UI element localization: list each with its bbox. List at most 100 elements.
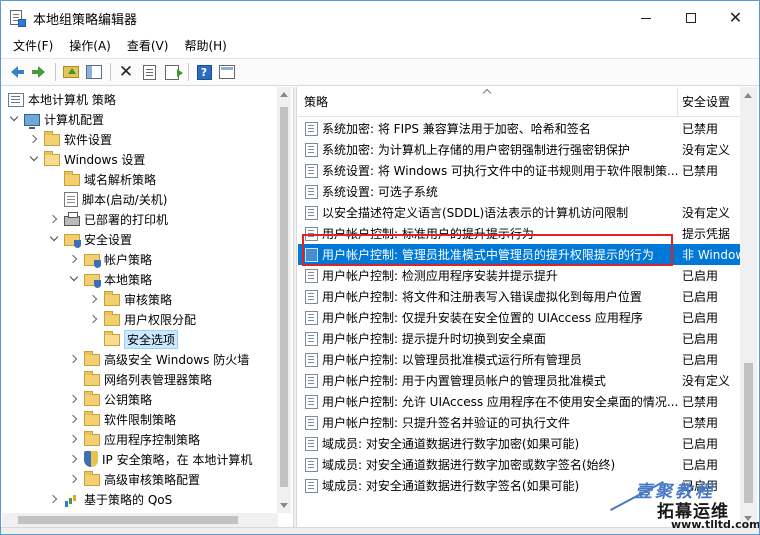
tree-horizontal-scrollbar[interactable] bbox=[2, 513, 278, 527]
expand-chevron-icon[interactable] bbox=[68, 249, 80, 269]
list-row[interactable]: 用户帐户控制: 检测应用程序安装并提示提升 已启用 bbox=[298, 265, 740, 286]
scroll-thumb[interactable] bbox=[280, 107, 288, 487]
scroll-up-icon[interactable] bbox=[744, 93, 752, 98]
menu-help[interactable]: 帮助(H) bbox=[176, 36, 234, 56]
scroll-thumb[interactable] bbox=[744, 363, 753, 503]
policy-setting: 已禁用 bbox=[682, 164, 719, 178]
expand-chevron-icon[interactable] bbox=[68, 429, 80, 449]
scroll-down-icon[interactable] bbox=[280, 503, 288, 508]
minimize-icon bbox=[640, 17, 651, 19]
policy-item-icon bbox=[305, 373, 318, 388]
column-header-policy[interactable]: 策略 bbox=[298, 87, 678, 117]
pane-splitter[interactable] bbox=[293, 87, 297, 527]
scroll-down-icon[interactable] bbox=[744, 516, 752, 521]
folder-icon bbox=[84, 391, 100, 406]
back-button[interactable] bbox=[5, 61, 27, 83]
tree-item-deployed-printers[interactable]: 已部署的打印机 bbox=[48, 209, 168, 229]
tree-item-user-rights-assignment[interactable]: 用户权限分配 bbox=[88, 309, 196, 329]
list-row[interactable]: 域成员: 对安全通道数据进行数字加密或数字签名(始终) 已启用 bbox=[298, 454, 740, 475]
collapse-chevron-icon[interactable] bbox=[68, 269, 80, 289]
show-hide-tree-button[interactable] bbox=[83, 61, 105, 83]
tree-item-account-policies[interactable]: 帐户策略 bbox=[68, 249, 152, 269]
list-row[interactable]: 域成员: 对安全通道数据进行数字签名(如果可能) 已启用 bbox=[298, 475, 740, 496]
list-row[interactable]: 用户帐户控制: 以管理员批准模式运行所有管理员 已启用 bbox=[298, 349, 740, 370]
tree-item-advanced-audit[interactable]: 高级审核策略配置 bbox=[68, 469, 200, 489]
list-row[interactable]: 用户帐户控制: 提示提升时切换到安全桌面 已启用 bbox=[298, 328, 740, 349]
list-row-selected[interactable]: 用户帐户控制: 管理员批准模式中管理员的提升权限提示的行为 非 Windows bbox=[298, 244, 740, 265]
list-row[interactable]: 系统设置: 将 Windows 可执行文件中的证书规则用于软件限制策... 已禁… bbox=[298, 160, 740, 181]
menu-action[interactable]: 操作(A) bbox=[61, 36, 119, 56]
list-row[interactable]: 用户帐户控制: 允许 UIAccess 应用程序在不使用安全桌面的情况... 已… bbox=[298, 391, 740, 412]
tree-item-label: 安全选项 bbox=[124, 329, 179, 349]
expand-chevron-icon[interactable] bbox=[48, 489, 60, 509]
tree-item-scripts[interactable]: 脚本(启动/关机) bbox=[48, 189, 167, 209]
expand-chevron-icon[interactable] bbox=[68, 469, 80, 489]
policy-name: 系统设置: 将 Windows 可执行文件中的证书规则用于软件限制策... bbox=[322, 164, 679, 178]
up-one-level-button[interactable] bbox=[60, 61, 82, 83]
expand-chevron-icon[interactable] bbox=[68, 409, 80, 429]
expand-chevron-icon[interactable] bbox=[28, 129, 40, 149]
collapse-chevron-icon[interactable] bbox=[48, 229, 60, 249]
tree-item-software-restriction[interactable]: 软件限制策略 bbox=[68, 409, 176, 429]
list-row[interactable]: 用户帐户控制: 标准用户的提升提示行为 提示凭据 bbox=[298, 223, 740, 244]
tree-item-windows-firewall[interactable]: 高级安全 Windows 防火墙 bbox=[68, 349, 249, 369]
tree-item-security-settings[interactable]: 安全设置 bbox=[48, 229, 132, 249]
collapse-chevron-icon[interactable] bbox=[8, 109, 20, 129]
close-button[interactable]: ✕ bbox=[713, 1, 758, 35]
export-list-button[interactable] bbox=[161, 61, 183, 83]
list-row[interactable]: 域成员: 对安全通道数据进行数字加密(如果可能) 已启用 bbox=[298, 433, 740, 454]
minimize-button[interactable] bbox=[623, 1, 668, 35]
list-row[interactable]: 以安全描述符定义语言(SDDL)语法表示的计算机访问限制 没有定义 bbox=[298, 202, 740, 223]
help-button[interactable]: ? bbox=[193, 61, 215, 83]
forward-button[interactable] bbox=[28, 61, 50, 83]
tree-item-ip-security[interactable]: IP 安全策略，在 本地计算机 bbox=[68, 449, 252, 469]
column-header-security-setting[interactable]: 安全设置 bbox=[678, 87, 740, 117]
expand-chevron-icon[interactable] bbox=[88, 309, 100, 329]
tree-item-local-policies[interactable]: 本地策略 bbox=[68, 269, 152, 289]
policy-item-icon bbox=[305, 331, 318, 346]
list-vertical-scrollbar[interactable] bbox=[740, 87, 757, 527]
expand-chevron-icon[interactable] bbox=[68, 449, 80, 469]
list-row[interactable]: 系统加密: 将 FIPS 兼容算法用于加密、哈希和签名 已禁用 bbox=[298, 118, 740, 139]
maximize-button[interactable] bbox=[668, 1, 713, 35]
tree-item-name-resolution-policy[interactable]: 域名解析策略 bbox=[48, 169, 156, 189]
list-row[interactable]: 系统设置: 可选子系统 bbox=[298, 181, 740, 202]
list-row[interactable]: 用户帐户控制: 仅提升安装在安全位置的 UIAccess 应用程序 已启用 bbox=[298, 307, 740, 328]
tree-item-local-computer-policy[interactable]: 本地计算机 策略 bbox=[8, 89, 116, 109]
tree-item-public-key-policies[interactable]: 公钥策略 bbox=[68, 389, 152, 409]
tree-item-network-list-manager[interactable]: 网络列表管理器策略 bbox=[68, 369, 212, 389]
expand-chevron-icon[interactable] bbox=[68, 349, 80, 369]
expand-chevron-icon[interactable] bbox=[88, 289, 100, 309]
expand-chevron-icon[interactable] bbox=[68, 389, 80, 409]
list-row[interactable]: 用户帐户控制: 只提升签名并验证的可执行文件 已禁用 bbox=[298, 412, 740, 433]
tree-item-application-control[interactable]: 应用程序控制策略 bbox=[68, 429, 200, 449]
delete-button[interactable]: ✕ bbox=[115, 61, 137, 83]
tree-item-windows-settings[interactable]: Windows 设置 bbox=[28, 149, 145, 169]
list-row[interactable]: 用户帐户控制: 用于内置管理员帐户的管理员批准模式 没有定义 bbox=[298, 370, 740, 391]
tree-item-policy-based-qos[interactable]: 基于策略的 QoS bbox=[48, 489, 172, 509]
policy-item-icon bbox=[305, 226, 318, 241]
list-row[interactable]: 用户帐户控制: 将文件和注册表写入错误虚拟化到每用户位置 已启用 bbox=[298, 286, 740, 307]
close-icon: ✕ bbox=[728, 8, 743, 27]
scroll-up-icon[interactable] bbox=[280, 92, 288, 97]
tree-item-computer-config[interactable]: 计算机配置 bbox=[8, 109, 104, 129]
tree-item-label: IP 安全策略，在 本地计算机 bbox=[102, 452, 253, 467]
tree-item-label: 软件设置 bbox=[64, 132, 113, 147]
tree-item-audit-policy[interactable]: 审核策略 bbox=[88, 289, 172, 309]
help-icon: ? bbox=[196, 64, 212, 80]
menu-file[interactable]: 文件(F) bbox=[5, 36, 61, 56]
tree-item-security-options[interactable]: 安全选项 bbox=[88, 329, 179, 349]
expand-chevron-icon[interactable] bbox=[48, 209, 60, 229]
scroll-thumb[interactable] bbox=[18, 516, 238, 524]
properties-button[interactable] bbox=[138, 61, 160, 83]
tree-item-software-settings[interactable]: 软件设置 bbox=[28, 129, 112, 149]
policy-name: 用户帐户控制: 只提升签名并验证的可执行文件 bbox=[322, 416, 570, 430]
menu-view[interactable]: 查看(V) bbox=[119, 36, 177, 56]
list-row[interactable]: 系统加密: 为计算机上存储的用户密钥强制进行强密钥保护 没有定义 bbox=[298, 139, 740, 160]
collapse-chevron-icon[interactable] bbox=[28, 149, 40, 169]
tree-item-label: 域名解析策略 bbox=[84, 172, 157, 187]
view-button[interactable] bbox=[216, 61, 238, 83]
policy-setting: 已启用 bbox=[682, 311, 719, 325]
tree-vertical-scrollbar[interactable] bbox=[277, 87, 291, 513]
policy-item-icon bbox=[305, 268, 318, 283]
